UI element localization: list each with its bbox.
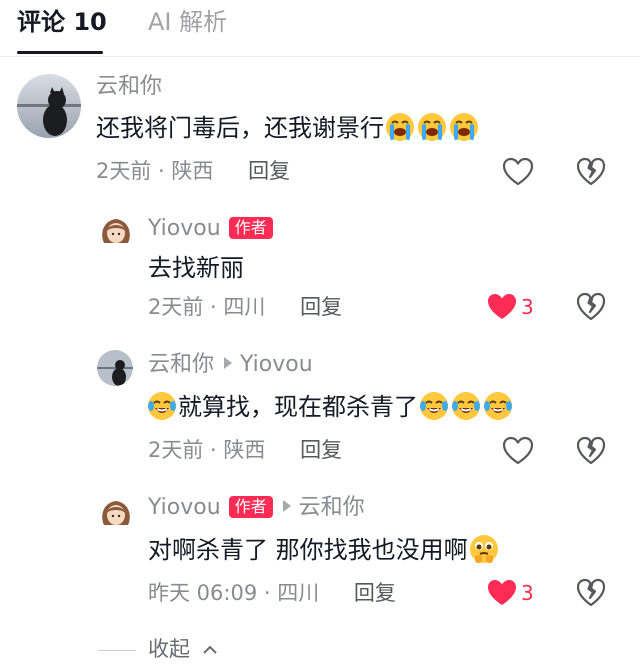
comment-text: 去找新丽 — [148, 254, 244, 282]
author-badge: 作者 — [228, 496, 273, 518]
comment-author[interactable]: 云和你 Yiovou — [148, 352, 313, 378]
comment-time: 2天前 — [148, 295, 204, 319]
crying-face-icon — [417, 112, 447, 142]
tears-of-joy-icon — [483, 391, 513, 421]
reply-button[interactable]: 回复 — [248, 159, 290, 183]
divider — [98, 650, 136, 651]
comment-time: 2天前 — [96, 159, 152, 183]
comment-meta: 2天前 · 陕西 回复 — [96, 159, 291, 183]
comment-meta: 昨天 06:09 · 四川 回复 — [148, 581, 396, 605]
avatar[interactable] — [98, 213, 134, 249]
tears-of-joy-icon — [451, 391, 481, 421]
liked-heart-icon[interactable] — [486, 292, 518, 322]
comment-time: 昨天 06:09 — [148, 581, 258, 605]
comment-location: 陕西 — [171, 159, 214, 183]
crying-face-icon — [449, 112, 479, 142]
comment-text: 对啊杀青了 那你找我也没用啊 — [148, 534, 500, 565]
reply-button[interactable]: 回复 — [300, 438, 342, 462]
comment-meta: 2天前 · 四川 回复 — [148, 295, 343, 319]
tears-of-joy-icon — [147, 391, 177, 421]
comment-author[interactable]: Yiovou 作者 云和你 — [148, 495, 365, 521]
reply-to-user: Yiovou — [240, 352, 313, 377]
comment-location: 四川 — [223, 295, 266, 319]
reply-arrow-icon — [282, 500, 291, 512]
comment-tabs: 评论 10 AI 解析 — [0, 0, 640, 57]
avatar[interactable] — [17, 74, 81, 138]
dislike-broken-heart-icon[interactable] — [576, 578, 606, 608]
comment-location: 四川 — [277, 581, 320, 605]
dislike-broken-heart-icon[interactable] — [576, 292, 606, 322]
avatar[interactable] — [98, 495, 134, 531]
reply-button[interactable]: 回复 — [300, 295, 342, 319]
comment-text: 还我将门毒后，还我谢景行 — [96, 112, 480, 143]
dislike-broken-heart-icon[interactable] — [576, 436, 606, 466]
like-heart-icon[interactable] — [502, 436, 534, 466]
comment-text: 就算找，现在都杀青了 — [146, 391, 514, 422]
active-tab-indicator — [17, 51, 103, 54]
tab-ai-analysis[interactable]: AI 解析 — [148, 8, 227, 36]
avatar[interactable] — [97, 350, 133, 386]
reply-arrow-icon — [224, 357, 233, 369]
comment-time: 2天前 — [148, 438, 204, 462]
comment-meta: 2天前 · 陕西 回复 — [148, 438, 343, 462]
reply-button[interactable]: 回复 — [354, 581, 396, 605]
comment-location: 陕西 — [223, 438, 266, 462]
comment-author[interactable]: 云和你 — [96, 74, 162, 100]
like-count: 3 — [521, 295, 534, 319]
tab-comments[interactable]: 评论 10 — [17, 8, 107, 36]
like-heart-icon[interactable] — [502, 157, 534, 187]
tears-of-joy-icon — [419, 391, 449, 421]
dislike-broken-heart-icon[interactable] — [576, 157, 606, 187]
chevron-up-icon — [203, 645, 217, 654]
like-count: 3 — [521, 581, 534, 605]
liked-heart-icon[interactable] — [486, 578, 518, 608]
author-badge: 作者 — [228, 217, 273, 239]
crying-face-icon — [385, 112, 415, 142]
collapse-replies-button[interactable]: 收起 — [98, 634, 298, 664]
holding-back-tears-icon — [469, 534, 499, 564]
collapse-label: 收起 — [148, 637, 190, 661]
comment-author[interactable]: Yiovou 作者 — [148, 216, 273, 242]
reply-to-user: 云和你 — [298, 495, 365, 520]
